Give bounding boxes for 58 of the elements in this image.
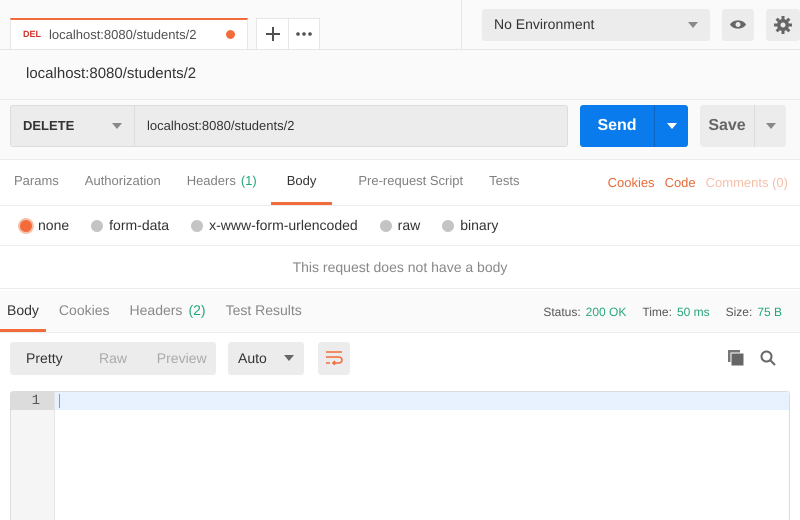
stat-value: 50 ms <box>676 304 710 320</box>
request-tab[interactable]: Body <box>270 160 332 205</box>
radio-label: form-data <box>109 216 170 235</box>
radio-label: none <box>38 216 70 235</box>
response-tab[interactable]: Body <box>0 291 46 332</box>
caret-icon <box>666 122 676 128</box>
radio-label: x-www-form-urlencoded <box>209 216 358 235</box>
count-label: (1) <box>240 172 257 190</box>
response-tab[interactable]: Headers (2) <box>122 291 213 332</box>
count-label: (2) <box>188 300 206 320</box>
text-cursor <box>59 394 60 408</box>
request-link[interactable]: Code <box>664 172 696 192</box>
more-icon <box>296 32 312 36</box>
method-dropdown[interactable]: DELETE <box>10 104 135 146</box>
request-tab[interactable]: Headers (1) <box>186 160 257 205</box>
wrap-button[interactable] <box>318 342 350 374</box>
caret-icon <box>766 122 776 128</box>
wrap-lines-icon <box>325 351 343 365</box>
empty-body-message: This request does not have a body <box>292 258 508 277</box>
caret-icon <box>688 22 698 28</box>
url-field[interactable]: localhost:8080/students/2 <box>135 104 568 146</box>
request-tab[interactable]: Authorization <box>84 160 161 205</box>
eye-icon <box>729 19 747 30</box>
code-editor[interactable]: 1 <box>10 391 790 520</box>
stat-value: 75 B <box>757 304 782 320</box>
line-number: 1 <box>11 392 54 410</box>
copy-icon[interactable] <box>728 350 744 366</box>
tab-title: localhost:8080/students/2 <box>49 26 198 44</box>
request-tab[interactable]: Params <box>14 160 59 205</box>
format-dropdown[interactable]: Auto <box>228 342 304 374</box>
environment-dropdown[interactable]: No Environment <box>482 8 710 40</box>
response-tab[interactable]: Test Results <box>218 291 309 332</box>
stat-label: Time: <box>642 304 672 320</box>
stat-label: Status: <box>543 304 581 320</box>
settings-icon <box>774 16 792 34</box>
radio-button[interactable] <box>91 220 104 232</box>
settings-button[interactable] <box>766 8 800 40</box>
stat-label: Size: <box>726 304 752 320</box>
radio-button[interactable] <box>191 220 204 232</box>
radio-button[interactable] <box>380 220 392 232</box>
stat-value: 200 OK <box>586 304 626 320</box>
request-name: localhost:8080/students/2 <box>26 64 196 84</box>
caret-icon <box>284 355 294 361</box>
eye-button[interactable] <box>722 8 754 40</box>
plus-icon <box>266 27 280 41</box>
method-label: DEL <box>23 28 41 41</box>
view-mode-tab[interactable]: Pretty <box>10 342 79 374</box>
search-icon[interactable] <box>760 350 776 366</box>
request-tab[interactable]: Tests <box>489 160 520 205</box>
radio-label: raw <box>398 216 420 235</box>
caret-icon <box>112 122 122 128</box>
radio-button[interactable] <box>20 220 32 232</box>
request-tab[interactable]: DEL localhost:8080/students/2 <box>10 18 248 49</box>
request-link[interactable]: Cookies <box>608 172 655 192</box>
response-tab[interactable]: Cookies <box>52 291 117 332</box>
request-tab[interactable]: Pre-request Script <box>358 160 464 205</box>
radio-button[interactable] <box>442 220 454 232</box>
radio-label: binary <box>460 216 498 235</box>
